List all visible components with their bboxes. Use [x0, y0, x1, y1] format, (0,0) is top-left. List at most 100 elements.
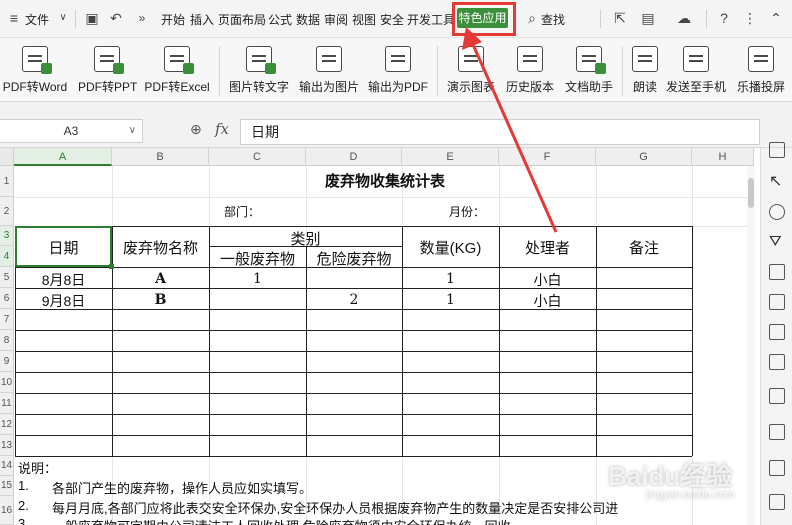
- record-2-handler[interactable]: 小白: [499, 291, 596, 311]
- row-header-9[interactable]: 9: [0, 351, 14, 372]
- row-header-1[interactable]: 1: [0, 166, 14, 197]
- note-1-text[interactable]: 各部门产生的废弃物，操作人员应如实填写。: [52, 478, 312, 497]
- chevron-down-icon[interactable]: ∨: [129, 120, 136, 142]
- tab-data[interactable]: 数据: [296, 11, 320, 28]
- row-header-6[interactable]: 6: [0, 288, 14, 309]
- record-2-name[interactable]: B: [112, 292, 209, 308]
- zoom-icon[interactable]: ⊕: [190, 121, 202, 138]
- row-header-15[interactable]: 15: [0, 476, 14, 496]
- collapse-panel-icon[interactable]: [769, 142, 785, 158]
- sheet-title[interactable]: 废弃物收集统计表: [15, 170, 755, 191]
- more-chevron-icon[interactable]: »: [134, 10, 150, 26]
- tab-developer[interactable]: 开发工具: [407, 11, 455, 28]
- save-icon[interactable]: ▣: [84, 10, 100, 26]
- filter-icon[interactable]: [769, 324, 785, 340]
- formula-input[interactable]: 日期: [240, 119, 760, 145]
- image-icon[interactable]: [769, 494, 785, 510]
- row-header-3[interactable]: 3: [0, 226, 14, 246]
- note-2-text[interactable]: 每月月底,各部门应将此表交安全环保办,安全环保办人员根据废弃物产生的数量决定是否…: [52, 498, 618, 517]
- record-1-qty[interactable]: 1: [402, 271, 499, 287]
- dept-label[interactable]: 部门：: [224, 203, 260, 220]
- row-header-2[interactable]: 2: [0, 197, 14, 226]
- scrollbar-thumb[interactable]: [748, 178, 754, 208]
- export-icon[interactable]: [769, 424, 785, 440]
- menu-icon[interactable]: ≡: [6, 10, 22, 26]
- header-quantity[interactable]: 数量(KG): [402, 237, 499, 258]
- note-3-text[interactable]: 一般废弃物可定期由公司清洁工人回收处理,危险废弃物须由安全环保办统一回收: [52, 516, 511, 525]
- row-header-8[interactable]: 8: [0, 330, 14, 351]
- column-header-g[interactable]: G: [596, 148, 692, 166]
- doc-assistant-button[interactable]: 文档助手: [563, 46, 615, 98]
- row-header-13[interactable]: 13: [0, 435, 14, 456]
- row-header-11[interactable]: 11: [0, 393, 14, 414]
- record-1-name[interactable]: A: [112, 271, 209, 287]
- column-header-f[interactable]: F: [499, 148, 596, 166]
- header-category[interactable]: 类别: [209, 228, 402, 249]
- header-waste-name[interactable]: 废弃物名称: [112, 237, 209, 258]
- note-2-number[interactable]: 2.: [18, 498, 29, 513]
- record-2-date[interactable]: 9月8日: [15, 291, 112, 311]
- send-to-phone-button[interactable]: 发送至手机: [665, 46, 727, 98]
- notes-title[interactable]: 说明：: [18, 458, 57, 477]
- record-2-hazardous[interactable]: 2: [306, 292, 402, 308]
- pdf-to-excel-button[interactable]: PDF转Excel: [144, 46, 210, 98]
- help-icon[interactable]: ?: [716, 10, 732, 26]
- more-icon[interactable]: ⋮: [742, 10, 758, 26]
- style-icon[interactable]: ⛛: [769, 234, 785, 250]
- selected-cell-a3[interactable]: [15, 226, 114, 269]
- read-aloud-button[interactable]: 朗读: [630, 46, 660, 98]
- note-1-number[interactable]: 1.: [18, 478, 29, 493]
- row-header-7[interactable]: 7: [0, 309, 14, 330]
- table-icon[interactable]: [769, 264, 785, 280]
- row-header-14[interactable]: 14: [0, 456, 14, 476]
- tab-page-layout[interactable]: 页面布局: [218, 11, 266, 28]
- image-to-text-button[interactable]: 图片转文字: [228, 46, 290, 98]
- calendar-icon[interactable]: ▤: [640, 10, 656, 26]
- header-remark[interactable]: 备注: [596, 237, 692, 258]
- cast-screen-button[interactable]: 乐播投屏: [735, 46, 787, 98]
- grid-icon[interactable]: [769, 294, 785, 310]
- cloud-icon[interactable]: ☁: [676, 10, 692, 26]
- record-1-general[interactable]: 1: [209, 271, 306, 287]
- export-image-button[interactable]: 输出为图片: [298, 46, 360, 98]
- column-header-e[interactable]: E: [402, 148, 499, 166]
- name-box[interactable]: A3 ∨: [0, 119, 143, 143]
- export-pdf-button[interactable]: 输出为PDF: [367, 46, 429, 98]
- fx-icon[interactable]: fx: [215, 120, 229, 138]
- collapse-icon[interactable]: ⌃: [768, 10, 784, 26]
- record-2-qty[interactable]: 1: [402, 292, 499, 308]
- row-header-4[interactable]: 4: [0, 246, 14, 267]
- pdf-to-word-button[interactable]: PDF转Word: [2, 46, 68, 98]
- pointer-icon[interactable]: ↖: [769, 174, 785, 190]
- tab-home[interactable]: 开始: [161, 11, 185, 28]
- record-1-date[interactable]: 8月8日: [15, 270, 112, 290]
- note-3-number[interactable]: 3.: [18, 516, 29, 525]
- column-header-h[interactable]: H: [692, 148, 754, 166]
- column-header-b[interactable]: B: [112, 148, 209, 166]
- column-header-c[interactable]: C: [209, 148, 306, 166]
- chevron-down-icon[interactable]: ∨: [55, 10, 71, 26]
- column-header-a[interactable]: A: [14, 148, 112, 166]
- row-header-10[interactable]: 10: [0, 372, 14, 393]
- tab-insert[interactable]: 插入: [190, 11, 214, 28]
- tab-view[interactable]: 视图: [352, 11, 376, 28]
- shapes-icon[interactable]: [769, 204, 785, 220]
- file-menu[interactable]: 文件: [25, 11, 49, 28]
- history-button[interactable]: 历史版本: [504, 46, 556, 98]
- share-icon[interactable]: ⇱: [612, 10, 628, 26]
- search-icon[interactable]: ⌕: [524, 10, 540, 26]
- row-header-5[interactable]: 5: [0, 267, 14, 288]
- header-hazardous-waste[interactable]: 危险废弃物: [306, 248, 402, 269]
- tab-review[interactable]: 审阅: [324, 11, 348, 28]
- demo-chart-button[interactable]: 演示图表: [446, 46, 496, 98]
- undo-icon[interactable]: ↶: [108, 10, 124, 26]
- tab-formula[interactable]: 公式: [268, 11, 292, 28]
- search-label[interactable]: 查找: [541, 11, 565, 28]
- column-header-d[interactable]: D: [306, 148, 402, 166]
- row-header-12[interactable]: 12: [0, 414, 14, 435]
- ai-icon[interactable]: [769, 460, 785, 476]
- select-all-corner[interactable]: [0, 148, 14, 166]
- header-general-waste[interactable]: 一般废弃物: [209, 248, 306, 269]
- backup-icon[interactable]: [769, 388, 785, 404]
- row-header-16[interactable]: 16: [0, 496, 14, 525]
